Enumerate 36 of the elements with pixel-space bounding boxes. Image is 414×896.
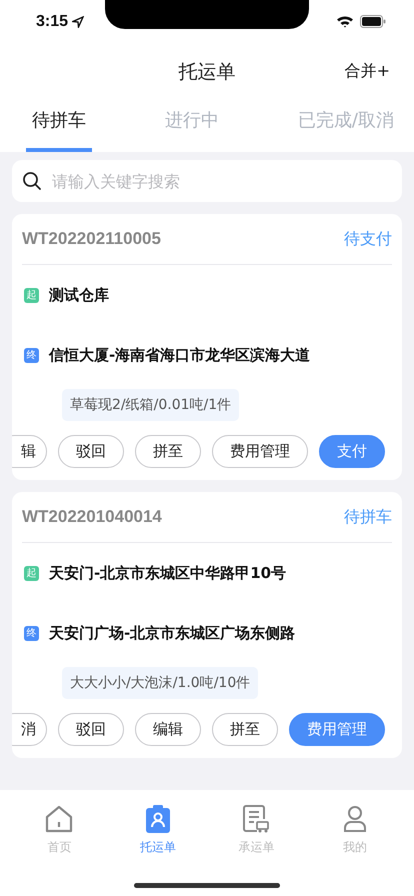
order-number: WT202201040014 — [22, 507, 162, 527]
goods-tag: 草莓现2/纸箱/0.01吨/1件 — [62, 389, 240, 421]
order-card[interactable]: WT202201040014 待拼车 起 天安门-北京市东城区中华路甲10号 终 天安门广场-北京市东城区广场东侧路 大大小小/大泡沫/1.0吨/10件 消 驳回 编辑 拼至 费用管理 — [12, 492, 402, 758]
end-address: 信恒大厦-海南省海口市龙华区滨海大道 — [49, 346, 310, 364]
order-status: 待拼车 — [344, 506, 392, 528]
wifi-icon — [336, 15, 354, 28]
action-button[interactable]: 编辑 — [135, 713, 201, 746]
merge-button[interactable]: 合并+ — [344, 61, 390, 82]
start-badge: 起 — [24, 288, 39, 302]
action-button[interactable]: 驳回 — [58, 713, 124, 746]
clipboard-person-icon — [144, 805, 171, 833]
end-address: 天安门广场-北京市东城区广场东侧路 — [49, 624, 296, 642]
order-card[interactable]: WT202202110005 待支付 起 测试仓库 终 信恒大厦-海南省海口市龙华区滨海大道 草莓现2/纸箱/0.01吨/1件 辑 驳回 拼至 费用管理 支付 — [12, 214, 402, 480]
order-number: WT202202110005 — [22, 229, 161, 249]
action-button[interactable]: 拼至 — [135, 435, 201, 468]
start-address: 测试仓库 — [49, 286, 109, 304]
battery-icon — [360, 15, 386, 28]
person-icon — [342, 805, 367, 833]
end-badge: 终 — [24, 626, 39, 640]
action-button[interactable]: 辑 — [12, 435, 47, 468]
action-button[interactable]: 消 — [12, 713, 47, 746]
start-badge: 起 — [24, 566, 39, 580]
home-icon — [44, 805, 74, 833]
location-arrow-icon — [72, 16, 84, 28]
tab[interactable]: 待拼车 — [26, 100, 92, 152]
document-truck-icon — [243, 805, 270, 833]
action-button[interactable]: 驳回 — [58, 435, 124, 468]
page-title: 托运单 — [178, 60, 236, 85]
end-badge: 终 — [24, 348, 39, 362]
status-time: 3:15 — [36, 13, 68, 31]
action-button[interactable]: 费用管理 — [212, 435, 308, 468]
order-status: 待支付 — [344, 228, 392, 250]
search-field[interactable]: 请输入关键字搜索 — [12, 160, 402, 202]
start-address: 天安门-北京市东城区中华路甲10号 — [49, 564, 286, 582]
action-button[interactable]: 拼至 — [212, 713, 278, 746]
goods-tag: 大大小小/大泡沫/1.0吨/10件 — [62, 667, 258, 699]
